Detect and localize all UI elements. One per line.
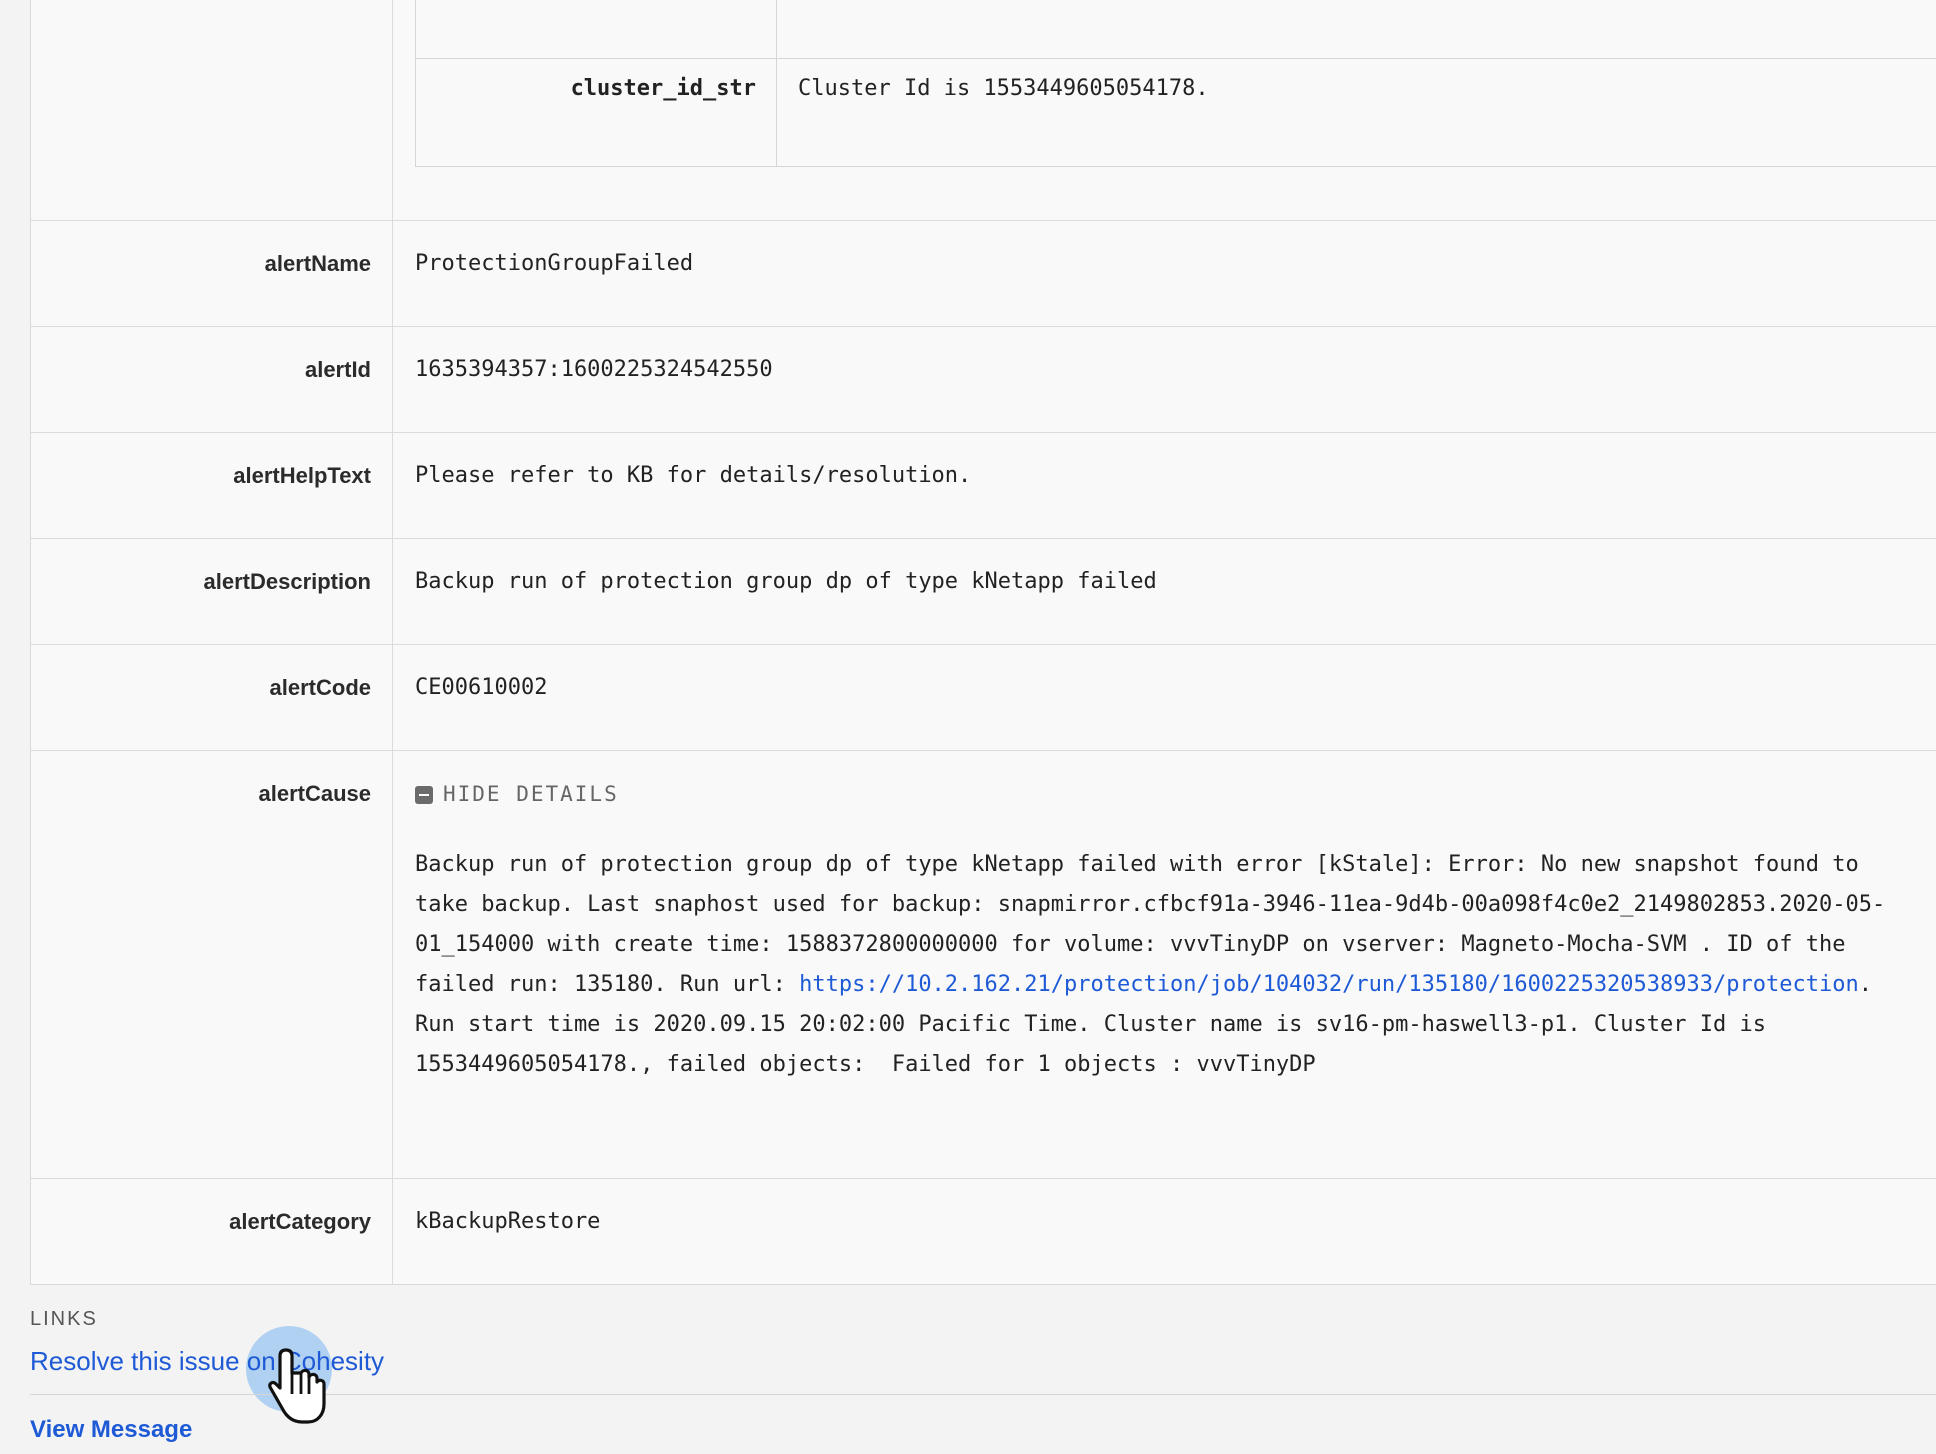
nested-key-cell: cluster_id_str	[416, 58, 777, 166]
key-cell: alertId	[31, 327, 393, 433]
view-message-link[interactable]: View Message	[30, 1416, 192, 1444]
alert-details-table: cluster_id_str Cluster Id is 15534496050…	[30, 0, 1936, 1285]
row-key: alertCause	[258, 781, 371, 806]
hand-pointer-icon	[268, 1348, 326, 1424]
row-value[interactable]: 1635394357:1600225324542550	[415, 357, 773, 382]
key-cell: alertDescription	[31, 539, 393, 645]
nested-key-cell	[416, 0, 777, 58]
protection-run-link[interactable]: https://10.2.162.21/protection/job/10403…	[799, 972, 1859, 997]
alert-cause-text: Backup run of protection group dp of typ…	[415, 845, 1915, 1085]
hide-details-label: HIDE DETAILS	[443, 782, 619, 806]
row-alertCategory: alertCategory kBackupRestore	[31, 1178, 1936, 1285]
row-value[interactable]: ProtectionGroupFailed	[415, 251, 693, 276]
hide-details-toggle[interactable]: HIDE DETAILS	[415, 781, 619, 807]
resolve-on-cohesity-link[interactable]: Resolve this issue on Cohesity	[30, 1346, 384, 1377]
row-key: alertId	[304, 357, 371, 382]
nested-row-cluster-id: cluster_id_str Cluster Id is 15534496050…	[416, 58, 1936, 166]
key-cell	[31, 0, 393, 220]
row-alertId: alertId 1635394357:1600225324542550	[31, 326, 1936, 433]
row-key: alertHelpText	[233, 463, 371, 488]
nested-value[interactable]: Cluster Id is 1553449605054178.	[798, 76, 1209, 101]
key-cell: alertCategory	[31, 1179, 393, 1285]
minus-square-icon	[415, 786, 433, 804]
row-alertCause: alertCause HIDE DETAILS Backup run of pr…	[31, 750, 1936, 1179]
row-alertHelpText: alertHelpText Please refer to KB for det…	[31, 432, 1936, 539]
row-key: alertCategory	[229, 1209, 371, 1234]
nested-row-partial	[416, 0, 1936, 59]
row-value[interactable]: CE00610002	[415, 675, 547, 700]
key-cell: alertName	[31, 221, 393, 327]
key-cell: alertCode	[31, 645, 393, 751]
nested-details-row: cluster_id_str Cluster Id is 15534496050…	[31, 0, 1936, 220]
row-key: alertCode	[269, 675, 371, 700]
nested-table: cluster_id_str Cluster Id is 15534496050…	[415, 0, 1936, 167]
key-cell: alertHelpText	[31, 433, 393, 539]
row-alertDescription: alertDescription Backup run of protectio…	[31, 538, 1936, 645]
row-key: alertDescription	[203, 569, 372, 594]
nested-key: cluster_id_str	[570, 76, 756, 101]
row-value[interactable]: kBackupRestore	[415, 1209, 600, 1234]
row-alertCode: alertCode CE00610002	[31, 644, 1936, 751]
row-value[interactable]: Backup run of protection group dp of typ…	[415, 569, 1157, 594]
links-section-label: LINKS	[30, 1308, 98, 1330]
key-cell: alertCause	[31, 751, 393, 1179]
row-value[interactable]: Please refer to KB for details/resolutio…	[415, 463, 971, 488]
row-alertName: alertName ProtectionGroupFailed	[31, 220, 1936, 327]
row-key: alertName	[264, 251, 371, 276]
